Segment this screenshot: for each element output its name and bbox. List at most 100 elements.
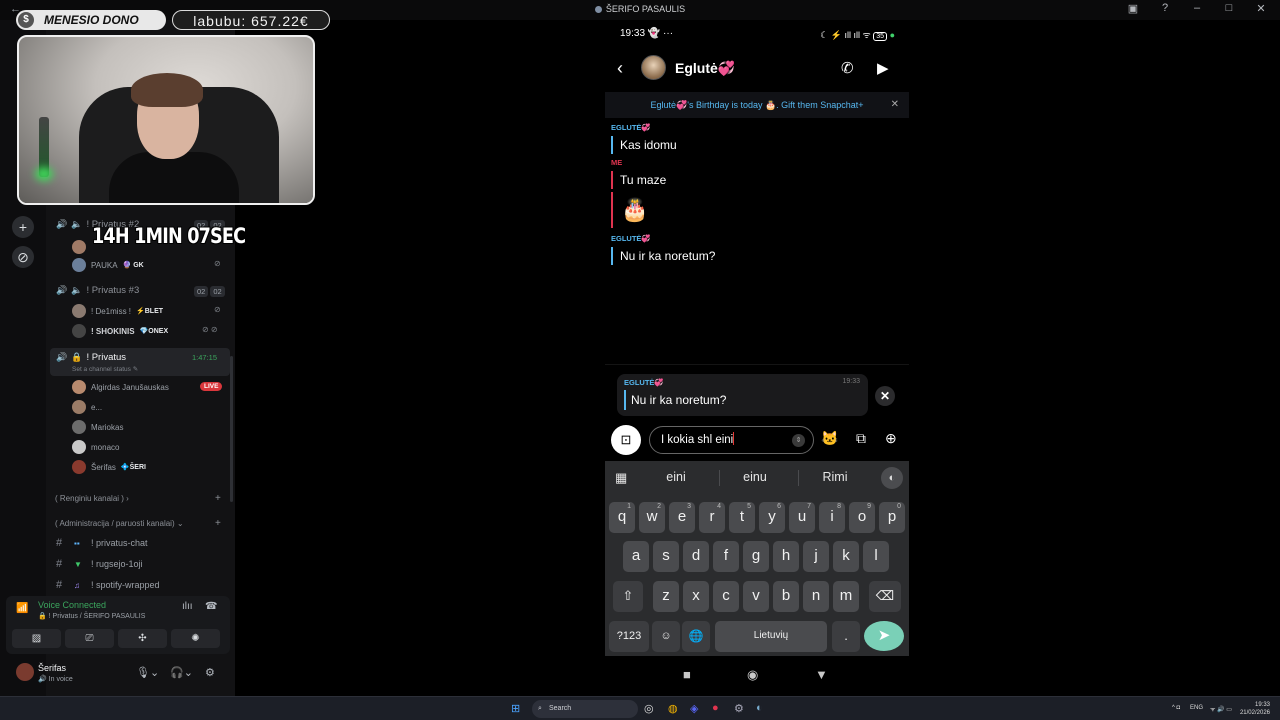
key-h[interactable]: h <box>773 541 799 572</box>
bitmoji-icon[interactable]: 🐱 <box>821 430 838 447</box>
taskbar-clock[interactable]: 19:33 21/02/2026 <box>1240 701 1270 717</box>
key-i[interactable]: i8 <box>819 502 845 533</box>
voice-user-e[interactable]: e... <box>72 400 102 414</box>
voice-user-mariokas[interactable]: Mariokas <box>72 420 123 434</box>
category-administracija[interactable]: ( Administracija / paruosti kanalai) ⌄ <box>55 519 184 528</box>
video-call-icon[interactable]: ▶ <box>877 59 889 77</box>
apps-grid-icon[interactable]: ▦ <box>615 470 627 486</box>
discover-icon[interactable]: ⊘ <box>12 246 34 268</box>
noise-suppression-icon[interactable]: ılıı <box>182 601 193 612</box>
key-r[interactable]: r4 <box>699 502 725 533</box>
headphones-icon[interactable]: 🎧⌄ <box>170 666 193 679</box>
steam-client-icon[interactable]: ◐ <box>756 702 763 714</box>
home-icon[interactable]: ◉ <box>747 667 758 683</box>
backspace-key[interactable]: ⌫ <box>869 581 901 612</box>
camera-icon[interactable]: ⊡ <box>611 425 641 455</box>
voice-channel-privatus-3[interactable]: 🔊 🔈 ! Privatus #3 <box>56 285 139 296</box>
plus-circle-icon[interactable]: ⊕ <box>885 430 897 447</box>
steam-icon[interactable]: ◎ <box>644 702 654 715</box>
close-reply-icon[interactable]: ✕ <box>875 386 895 406</box>
settings-gear-icon[interactable]: ⚙ <box>205 666 215 679</box>
key-s[interactable]: s <box>653 541 679 572</box>
call-icon[interactable]: ✆ <box>841 59 854 77</box>
voice-user-monaco[interactable]: monaco <box>72 440 119 454</box>
maximize-button[interactable]: □ <box>1222 2 1236 15</box>
birthday-banner[interactable]: Eglutė💞's Birthday is today 🎂. Gift them… <box>605 92 909 118</box>
sidebar-scrollbar[interactable] <box>230 356 233 502</box>
voice-user-serifas[interactable]: Šerifas 💠ŠERI <box>72 460 146 474</box>
suggestion[interactable]: einu <box>720 470 790 484</box>
symbols-key[interactable]: ?123 <box>609 621 649 652</box>
soundboard-button[interactable]: ✺ <box>171 629 220 648</box>
disconnect-icon[interactable]: ☎ <box>205 601 217 612</box>
key-p[interactable]: p0 <box>879 502 905 533</box>
minimize-button[interactable]: – <box>1190 2 1204 15</box>
key-n[interactable]: n <box>803 581 829 612</box>
add-server-icon[interactable]: + <box>12 216 34 238</box>
key-x[interactable]: x <box>683 581 709 612</box>
back-chevron-icon[interactable]: ‹ <box>617 58 623 79</box>
key-w[interactable]: w2 <box>639 502 665 533</box>
suggestion[interactable]: Rimi <box>800 470 870 484</box>
network-volume-icons[interactable]: ᯤ 🔊 ▭ <box>1210 705 1232 713</box>
chat-message[interactable]: Nu ir ka noretum? <box>611 247 715 265</box>
taskbar-search[interactable]: ⌕ Search <box>532 700 638 718</box>
voice-user-de1miss[interactable]: ! De1miss ! ⚡BLET <box>72 304 163 318</box>
key-k[interactable]: k <box>833 541 859 572</box>
app-red-icon[interactable]: ● <box>712 702 719 714</box>
key-a[interactable]: a <box>623 541 649 572</box>
key-t[interactable]: t5 <box>729 502 755 533</box>
add-channel-icon[interactable]: + <box>215 493 221 504</box>
voice-channel-privatus[interactable]: 🔊 🔒 ! Privatus <box>56 352 126 363</box>
expand-icon[interactable]: ⇕ <box>792 434 805 447</box>
suggestion[interactable]: eini <box>641 470 711 484</box>
send-key[interactable]: ➤ <box>864 621 904 651</box>
key-y[interactable]: y6 <box>759 502 785 533</box>
chat-message[interactable]: Tu maze <box>611 171 666 189</box>
close-button[interactable]: ✕ <box>1254 2 1268 15</box>
close-icon[interactable]: ✕ <box>891 92 899 118</box>
tray-icons[interactable]: ^ ◘ <box>1172 705 1180 711</box>
text-channel-spotify[interactable]: # ♫ ! spotify-wrapped <box>56 579 160 591</box>
windows-start-icon[interactable]: ⊞ <box>511 702 520 715</box>
key-q[interactable]: q1 <box>609 502 635 533</box>
cake-sticker-message[interactable] <box>611 192 620 228</box>
voice-user[interactable] <box>72 240 86 254</box>
key-l[interactable]: l <box>863 541 889 572</box>
shift-key[interactable]: ⇧ <box>613 581 643 612</box>
text-channel-privatus-chat[interactable]: # ▪▪ ! privatus-chat <box>56 537 148 549</box>
back-triangle-icon[interactable]: ▼ <box>815 667 828 682</box>
palette-icon[interactable]: ◐ <box>881 467 903 489</box>
key-f[interactable]: f <box>713 541 739 572</box>
globe-key[interactable]: 🌐 <box>682 621 710 652</box>
key-e[interactable]: e3 <box>669 502 695 533</box>
space-key[interactable]: Lietuvių <box>715 621 827 652</box>
key-g[interactable]: g <box>743 541 769 572</box>
key-j[interactable]: j <box>803 541 829 572</box>
contact-name[interactable]: Eglutė💞 <box>675 60 735 77</box>
channel-status-input[interactable]: Set a channel status ✎ <box>72 365 138 373</box>
inbox-icon[interactable]: ▣ <box>1126 2 1140 15</box>
recents-icon[interactable]: ■ <box>683 667 691 682</box>
key-o[interactable]: o9 <box>849 502 875 533</box>
key-c[interactable]: c <box>713 581 739 612</box>
chrome-icon[interactable]: ◍ <box>668 702 678 715</box>
language-indicator[interactable]: ENG <box>1190 705 1203 711</box>
help-icon[interactable]: ? <box>1158 2 1172 15</box>
camera-off-button[interactable]: ▨ <box>12 629 61 648</box>
key-z[interactable]: z <box>653 581 679 612</box>
contact-avatar[interactable] <box>641 55 666 80</box>
category-renginiu[interactable]: ( Renginiu kanalai ) › <box>55 494 129 503</box>
voice-user-algirdas[interactable]: Algirdas Janušauskas <box>72 380 169 394</box>
message-input[interactable]: I kokia shl eini ⇕ <box>649 426 814 454</box>
avatar[interactable] <box>16 663 34 681</box>
text-channel-rugsejo[interactable]: # ▼ ! rugsejo-1oji <box>56 558 143 570</box>
key-d[interactable]: d <box>683 541 709 572</box>
key-u[interactable]: u7 <box>789 502 815 533</box>
add-channel-icon[interactable]: + <box>215 518 221 529</box>
period-key[interactable]: . <box>832 621 860 652</box>
voice-location[interactable]: 🔒 ! Privatus / ŠERIFO PASAULIS <box>38 612 145 620</box>
discord-icon[interactable]: ◈ <box>690 702 698 715</box>
settings-icon[interactable]: ⚙ <box>734 702 744 715</box>
key-m[interactable]: m <box>833 581 859 612</box>
